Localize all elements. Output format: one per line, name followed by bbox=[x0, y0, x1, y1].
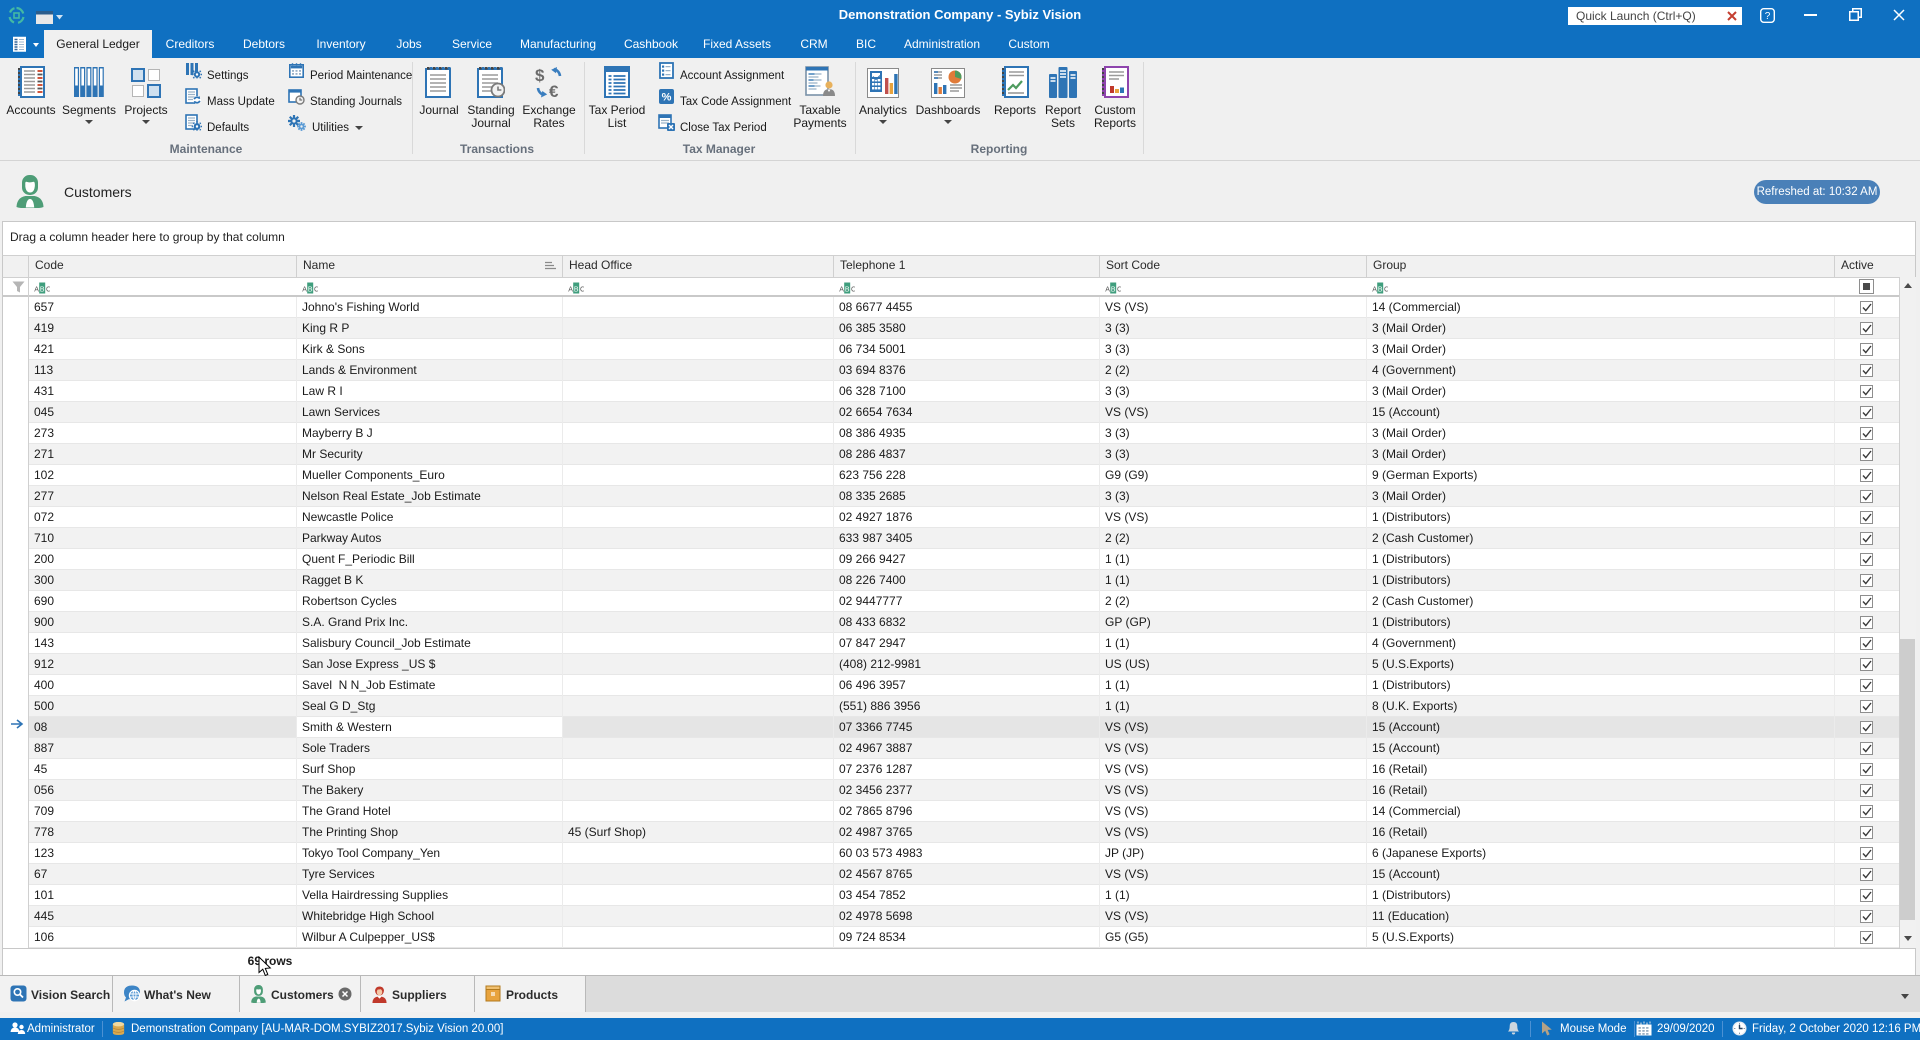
svg-text:B: B bbox=[1378, 286, 1383, 293]
svg-text:A: A bbox=[1105, 286, 1110, 293]
svg-text:B: B bbox=[40, 286, 45, 293]
svg-text:C: C bbox=[580, 286, 584, 293]
svg-text:A: A bbox=[839, 286, 844, 293]
svg-text:A: A bbox=[1372, 286, 1377, 293]
svg-text:€: € bbox=[549, 82, 559, 98]
svg-text:A: A bbox=[302, 286, 307, 293]
svg-text:A: A bbox=[34, 286, 39, 293]
svg-text:%: % bbox=[662, 92, 672, 104]
svg-text:C: C bbox=[314, 286, 318, 293]
svg-text:$: $ bbox=[535, 66, 545, 85]
svg-text:A: A bbox=[568, 286, 573, 293]
svg-text:B: B bbox=[308, 286, 313, 293]
svg-text:B: B bbox=[1111, 286, 1116, 293]
svg-text:C: C bbox=[46, 286, 50, 293]
svg-text:C: C bbox=[1384, 286, 1388, 293]
svg-text:?: ? bbox=[1765, 11, 1771, 22]
svg-text:C: C bbox=[1117, 286, 1121, 293]
svg-text:B: B bbox=[845, 286, 850, 293]
svg-text:C: C bbox=[851, 286, 855, 293]
svg-text:B: B bbox=[574, 286, 579, 293]
